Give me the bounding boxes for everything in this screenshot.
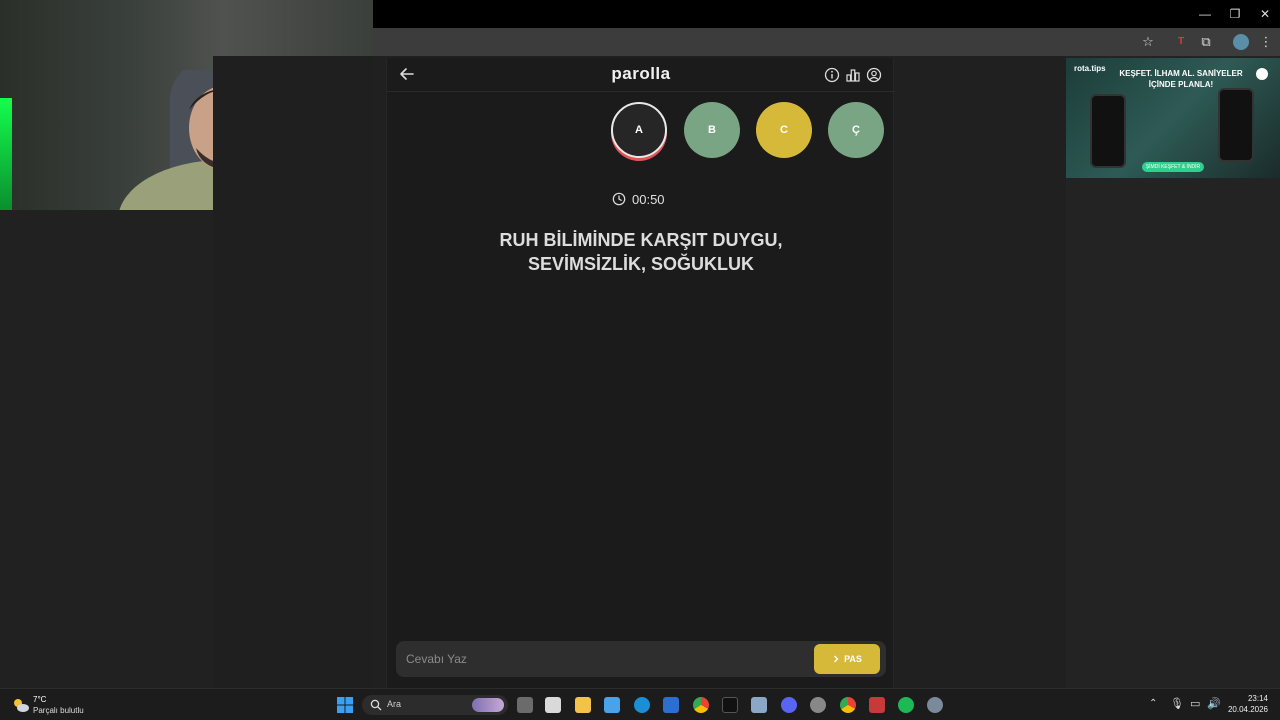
- store-icon[interactable]: [545, 697, 561, 713]
- game-header: parolla: [387, 58, 895, 92]
- question-line-2: SEVİMSİZLİK, SOĞUKLUK: [527, 254, 754, 274]
- partly-cloudy-icon: [14, 699, 29, 712]
- screen: — ❐ ✕ ☆ T ⧉ ⋮ parolla A B C Ç 00:50 RUH …: [0, 0, 1280, 720]
- chrome-icon[interactable]: [693, 697, 709, 713]
- app-icon-3[interactable]: [810, 697, 826, 713]
- app-icon[interactable]: [722, 697, 738, 713]
- discord-icon[interactable]: [781, 697, 797, 713]
- weather-description: Parçalı bulutlu: [33, 706, 84, 715]
- letter-a-circle: A: [611, 102, 667, 158]
- search-highlight-image: [472, 698, 504, 712]
- restore-icon[interactable]: ❐: [1220, 5, 1250, 23]
- microphone-icon[interactable]: 🎙: [1170, 697, 1184, 710]
- letter-c-circle: C: [756, 102, 812, 158]
- answer-bar: PAS: [396, 641, 886, 677]
- chevron-right-icon: [834, 655, 839, 663]
- extension-icon[interactable]: T: [1173, 34, 1189, 50]
- weather-widget[interactable]: 7°C Parçalı bulutlu: [12, 693, 122, 717]
- search-icon: [370, 699, 382, 711]
- browser-toolbar: ☆ T ⧉ ⋮: [373, 28, 1280, 56]
- clock-time[interactable]: 23:14: [1222, 694, 1268, 703]
- timer-value: 00:50: [632, 191, 665, 207]
- ad-brand: rota.tips: [1074, 64, 1106, 73]
- profile-avatar-icon[interactable]: [1233, 34, 1249, 50]
- question-line-1: RUH BİLİMİNDE KARŞIT DUYGU,: [499, 230, 783, 250]
- windows-taskbar: 7°C Parçalı bulutlu Ara ⌃ 🎙 ▭ 🔊 23:14 20…: [0, 688, 1280, 720]
- clock-icon: [612, 192, 626, 206]
- pass-button[interactable]: PAS: [814, 644, 880, 674]
- timer: 00:50: [612, 190, 665, 208]
- notepad-icon[interactable]: [604, 697, 620, 713]
- ad-phone-image-2: [1218, 88, 1254, 162]
- close-icon[interactable]: ✕: [1250, 5, 1280, 23]
- side-panel: [213, 56, 373, 688]
- windows-start-icon[interactable]: [337, 697, 353, 713]
- answer-input[interactable]: [396, 641, 806, 677]
- letter-b-circle: B: [684, 102, 740, 158]
- led-light: [0, 98, 12, 210]
- minimize-icon[interactable]: —: [1190, 5, 1220, 23]
- info-icon[interactable]: [824, 67, 840, 83]
- app-icon-4[interactable]: [869, 697, 885, 713]
- outlook-icon[interactable]: [663, 697, 679, 713]
- question-text: RUH BİLİMİNDE KARŞIT DUYGU, SEVİMSİZLİK,…: [427, 228, 855, 276]
- ad-phone-image: [1090, 94, 1126, 168]
- ad-close-icon[interactable]: [1256, 68, 1268, 80]
- edge-icon[interactable]: [634, 697, 650, 713]
- settings-gear-icon[interactable]: [927, 697, 943, 713]
- task-view-icon[interactable]: [517, 697, 533, 713]
- ad-cta-button[interactable]: ŞİMDİ KEŞFET & İNDİR: [1142, 162, 1204, 172]
- ad-banner[interactable]: rota.tips KEŞFET. İLHAM AL. SANİYELER İÇ…: [1066, 58, 1280, 178]
- volume-icon[interactable]: 🔊: [1207, 697, 1221, 710]
- game-title: parolla: [611, 64, 671, 83]
- file-explorer-icon[interactable]: [575, 697, 591, 713]
- bookmark-star-icon[interactable]: ☆: [1140, 34, 1156, 50]
- stats-chart-icon[interactable]: [845, 67, 861, 83]
- extensions-puzzle-icon[interactable]: ⧉: [1198, 34, 1214, 50]
- clock-date[interactable]: 20.04.2026: [1222, 705, 1268, 714]
- weather-temperature: 7°C: [33, 695, 47, 704]
- pass-button-label: PAS: [844, 654, 862, 664]
- ad-title: KEŞFET. İLHAM AL. SANİYELER İÇİNDE PLANL…: [1119, 69, 1243, 89]
- search-label: Ara: [387, 699, 402, 709]
- game-panel: parolla A B C Ç 00:50 RUH BİLİMİNDE KARŞ…: [386, 58, 895, 688]
- chrome-icon-2[interactable]: [840, 697, 856, 713]
- spotify-icon[interactable]: [898, 697, 914, 713]
- app-icon-2[interactable]: [751, 697, 767, 713]
- letter-cc-circle: Ç: [828, 102, 884, 158]
- side-panel-dark: [0, 210, 213, 688]
- network-icon[interactable]: ▭: [1190, 697, 1200, 710]
- taskbar-search[interactable]: Ara: [362, 695, 508, 715]
- user-profile-icon[interactable]: [866, 67, 882, 83]
- tray-chevron-up-icon[interactable]: ⌃: [1149, 698, 1157, 709]
- menu-dots-icon[interactable]: ⋮: [1258, 34, 1274, 50]
